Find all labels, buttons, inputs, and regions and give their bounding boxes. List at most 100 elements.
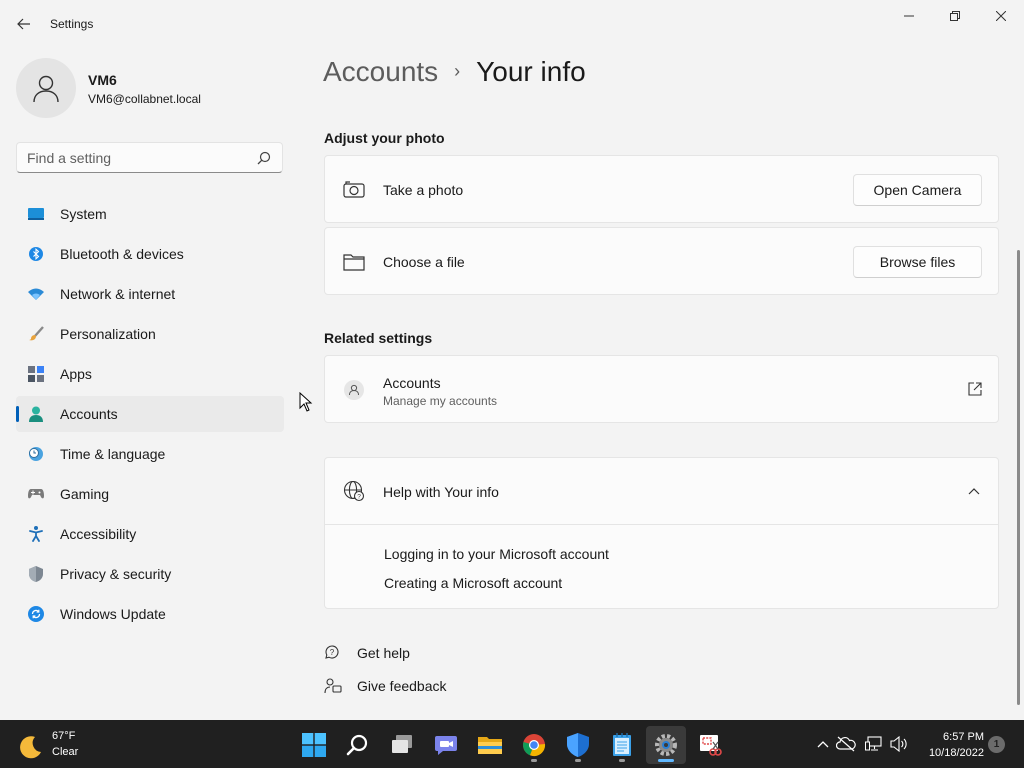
- arrow-left-icon: [17, 18, 30, 30]
- network-icon[interactable]: [864, 734, 884, 754]
- get-help-icon: ?: [324, 644, 342, 662]
- choose-file-label: Choose a file: [383, 254, 465, 270]
- settings-icon: [655, 734, 677, 756]
- teams-chat-icon: [435, 736, 457, 755]
- sidebar-item-label: Time & language: [60, 446, 166, 462]
- get-help-link[interactable]: ? Get help: [324, 642, 410, 664]
- person-icon: [343, 379, 365, 401]
- sidebar-item-apps[interactable]: Apps: [16, 356, 284, 392]
- start-icon: [302, 733, 326, 757]
- help-expander: ? Help with Your info Logging in to your…: [324, 457, 999, 609]
- accounts-link-card[interactable]: Accounts Manage my accounts: [324, 355, 999, 423]
- profile-name: VM6: [88, 72, 117, 88]
- help-title: Help with Your info: [383, 484, 499, 500]
- camera-icon: [343, 179, 365, 201]
- notepad-button[interactable]: [602, 726, 642, 764]
- file-explorer-icon: [478, 737, 502, 754]
- accounts-link-sublabel: Manage my accounts: [383, 394, 498, 408]
- title-bar: Settings: [0, 0, 1024, 48]
- give-feedback-link[interactable]: Give feedback: [324, 675, 447, 697]
- accounts-icon: [28, 406, 44, 422]
- get-help-label: Get help: [357, 645, 410, 661]
- help-link-create-account[interactable]: Creating a Microsoft account: [384, 575, 562, 591]
- bluetooth-icon: [28, 246, 44, 262]
- taskbar-search-button[interactable]: [338, 726, 378, 764]
- search-input[interactable]: [17, 143, 247, 172]
- gamepad-icon: [28, 486, 44, 502]
- sidebar-item-label: Accessibility: [60, 526, 137, 542]
- snipping-tool-icon: [700, 735, 722, 756]
- app-title: Settings: [50, 17, 94, 31]
- search-icon: [346, 734, 368, 756]
- help-expander-header[interactable]: ? Help with Your info: [325, 458, 998, 525]
- sidebar-item-label: Privacy & security: [60, 566, 172, 582]
- onedrive-offline-icon[interactable]: [836, 734, 856, 754]
- file-explorer-button[interactable]: [470, 726, 510, 764]
- sidebar-item-system[interactable]: System: [16, 196, 284, 232]
- volume-icon[interactable]: [889, 734, 909, 754]
- running-indicator: [575, 759, 581, 762]
- sidebar-item-label: Bluetooth & devices: [60, 246, 184, 262]
- sidebar-item-label: Windows Update: [60, 606, 166, 622]
- close-icon: [996, 11, 1006, 21]
- moon-icon: [20, 736, 41, 759]
- start-button[interactable]: [294, 726, 334, 764]
- sidebar-item-label: Apps: [60, 366, 92, 382]
- browse-files-button[interactable]: Browse files: [853, 246, 982, 278]
- defender-button[interactable]: [558, 726, 598, 764]
- restore-icon: [950, 11, 960, 21]
- notification-badge[interactable]: 1: [988, 736, 1005, 753]
- sidebar-item-time-language[interactable]: Time & language: [16, 436, 284, 472]
- teams-chat-button[interactable]: [426, 726, 466, 764]
- close-button[interactable]: [978, 4, 1024, 28]
- maximize-button[interactable]: [932, 4, 978, 28]
- chrome-icon: [523, 734, 546, 757]
- running-indicator: [658, 759, 674, 762]
- chrome-button[interactable]: [514, 726, 554, 764]
- take-photo-label: Take a photo: [383, 182, 464, 198]
- sidebar-item-privacy[interactable]: Privacy & security: [16, 556, 284, 592]
- wifi-icon: [28, 286, 44, 302]
- scrollbar[interactable]: [1017, 250, 1020, 705]
- svg-text:?: ?: [357, 494, 361, 501]
- open-external-icon: [968, 382, 982, 396]
- system-icon: [28, 206, 44, 222]
- sidebar-item-gaming[interactable]: Gaming: [16, 476, 284, 512]
- sidebar-item-network[interactable]: Network & internet: [16, 276, 284, 312]
- sidebar-item-windows-update[interactable]: Windows Update: [16, 596, 284, 632]
- task-view-button[interactable]: [382, 726, 422, 764]
- update-icon: [28, 606, 44, 622]
- sidebar-item-accessibility[interactable]: Accessibility: [16, 516, 284, 552]
- sidebar-item-personalization[interactable]: Personalization: [16, 316, 284, 352]
- sidebar-item-accounts[interactable]: Accounts: [16, 396, 284, 432]
- sidebar-item-label: Network & internet: [60, 286, 176, 302]
- breadcrumb-parent[interactable]: Accounts: [323, 56, 438, 88]
- choose-file-card: Choose a file Browse files: [324, 227, 999, 295]
- folder-icon: [343, 251, 365, 273]
- apps-icon: [28, 366, 44, 382]
- sidebar-item-bluetooth[interactable]: Bluetooth & devices: [16, 236, 284, 272]
- search-icon[interactable]: [256, 150, 272, 166]
- taskbar-clock[interactable]: 6:57 PM 10/18/2022: [914, 729, 984, 761]
- breadcrumb: Accounts › Your info: [323, 56, 586, 96]
- sidebar-item-label: Personalization: [60, 326, 156, 342]
- notepad-icon: [613, 733, 631, 756]
- sidebar-item-label: System: [60, 206, 107, 222]
- settings-taskbar-button[interactable]: [646, 726, 686, 764]
- page-title: Your info: [476, 56, 586, 87]
- sidebar-item-label: Gaming: [60, 486, 110, 502]
- snipping-tool-button[interactable]: [690, 726, 730, 764]
- minimize-button[interactable]: [886, 4, 932, 28]
- accessibility-icon: [28, 526, 44, 542]
- back-button[interactable]: [10, 12, 38, 36]
- chevron-up-icon[interactable]: [813, 734, 833, 754]
- open-camera-button[interactable]: Open Camera: [853, 174, 982, 206]
- weather-widget[interactable]: 67°F Clear: [18, 728, 128, 762]
- globe-help-icon: ?: [343, 480, 365, 502]
- section-title-adjust-photo: Adjust your photo: [324, 130, 445, 146]
- search-box: [16, 142, 283, 173]
- help-link-logging-in[interactable]: Logging in to your Microsoft account: [384, 546, 609, 562]
- clock-time: 6:57 PM: [943, 731, 984, 743]
- running-indicator: [619, 759, 625, 762]
- chevron-up-icon[interactable]: [968, 485, 980, 497]
